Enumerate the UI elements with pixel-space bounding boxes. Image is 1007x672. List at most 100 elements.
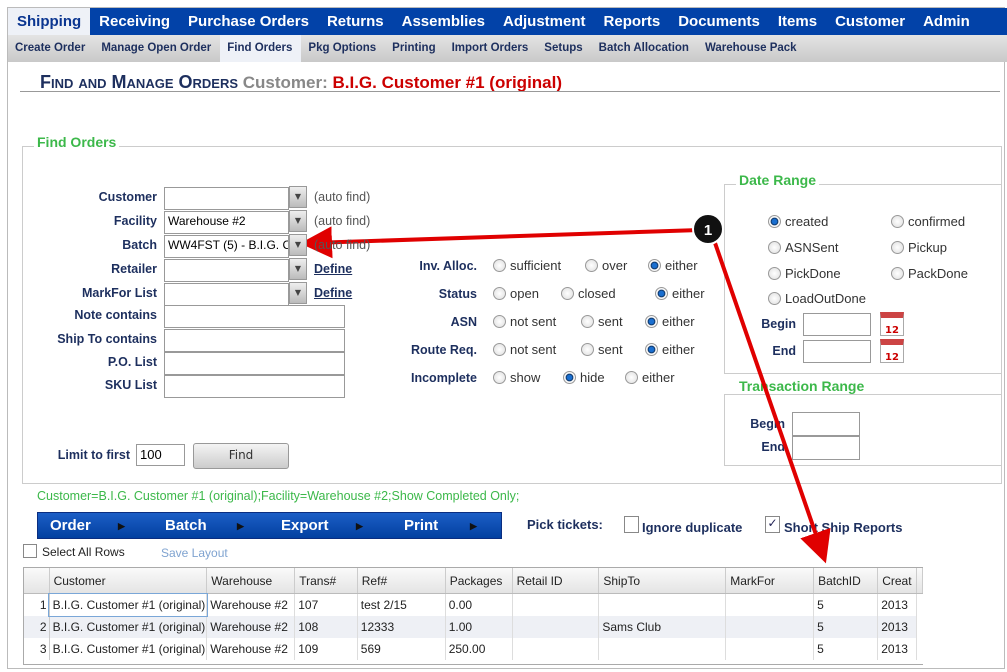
filter-radio-either[interactable]: either <box>655 286 705 301</box>
filter-radio-hide[interactable]: hide <box>563 370 605 385</box>
radio-icon[interactable] <box>563 371 576 384</box>
filter-label-incomplete: Incomplete <box>411 371 477 385</box>
sku-label: SKU List <box>104 378 157 392</box>
filter-radio-either[interactable]: either <box>625 370 675 385</box>
customer-auto-find: (auto find) <box>314 190 371 204</box>
customer-dropdown-chevron-icon[interactable]: ▼ <box>289 186 307 208</box>
filter-label-inv-alloc-: Inv. Alloc. <box>419 259 477 273</box>
filter-radio-sufficient[interactable]: sufficient <box>493 258 561 273</box>
filter-radio-either[interactable]: either <box>645 314 695 329</box>
radio-label: either <box>642 370 675 385</box>
retailer-combo[interactable] <box>164 259 289 282</box>
facility-dropdown-chevron-icon[interactable]: ▼ <box>289 210 307 232</box>
radio-label: Pickup <box>908 240 948 255</box>
note-input[interactable] <box>164 305 345 328</box>
customer-label: Customer <box>98 190 157 204</box>
markfor-combo[interactable] <box>164 283 289 306</box>
radio-icon[interactable] <box>768 241 781 254</box>
facility-combo[interactable]: Warehouse #2 <box>164 211 289 234</box>
shipto-label: Ship To contains <box>57 332 157 346</box>
filter-radio-open[interactable]: open <box>493 286 539 301</box>
sku-input[interactable] <box>164 375 345 398</box>
po-input[interactable] <box>164 352 345 375</box>
retailer-label: Retailer <box>111 262 157 276</box>
date-radio-asnsent[interactable]: ASNSent <box>768 240 838 255</box>
radio-icon[interactable] <box>648 259 661 272</box>
radio-icon[interactable] <box>561 287 574 300</box>
filter-radio-not-sent[interactable]: not sent <box>493 342 556 357</box>
retailer-dropdown-chevron-icon[interactable]: ▼ <box>289 258 307 280</box>
markfor-label: MarkFor List <box>81 286 157 300</box>
radio-label: sufficient <box>510 258 562 273</box>
filter-label-status: Status <box>438 287 477 301</box>
date-radio-created[interactable]: created <box>768 214 828 229</box>
radio-icon[interactable] <box>585 259 598 272</box>
radio-icon[interactable] <box>625 371 638 384</box>
retailer-define-link[interactable]: Define <box>314 262 352 276</box>
radio-icon[interactable] <box>891 215 904 228</box>
radio-icon[interactable] <box>768 292 781 305</box>
customer-combo[interactable]: B.I.G. Customer #1 (original) <box>164 187 289 210</box>
radio-icon[interactable] <box>645 343 658 356</box>
radio-icon[interactable] <box>655 287 668 300</box>
markfor-define-link[interactable]: Define <box>314 286 352 300</box>
radio-label: either <box>665 258 698 273</box>
radio-icon[interactable] <box>581 343 594 356</box>
filter-radio-not-sent[interactable]: not sent <box>493 314 556 329</box>
filter-radio-either[interactable]: either <box>648 258 698 273</box>
radio-icon[interactable] <box>493 287 506 300</box>
radio-icon[interactable] <box>768 215 781 228</box>
radio-label: confirmed <box>908 214 966 229</box>
radio-label: created <box>785 214 829 229</box>
radio-label: closed <box>578 286 616 301</box>
markfor-dropdown-chevron-icon[interactable]: ▼ <box>289 282 307 304</box>
callout-arrow-batchid <box>712 239 831 564</box>
radio-label: either <box>662 342 695 357</box>
date-radio-pickup[interactable]: Pickup <box>891 240 947 255</box>
filter-radio-sent[interactable]: sent <box>581 342 623 357</box>
radio-label: PickDone <box>785 266 841 281</box>
radio-label: hide <box>580 370 605 385</box>
filter-label-route-req-: Route Req. <box>411 343 477 357</box>
filter-radio-over[interactable]: over <box>585 258 627 273</box>
date-radio-packdone[interactable]: PackDone <box>891 266 968 281</box>
filter-radio-show[interactable]: show <box>493 370 540 385</box>
radio-label: sent <box>598 342 623 357</box>
facility-label: Facility <box>113 214 157 228</box>
callout-number: 1 <box>704 222 712 239</box>
po-label: P.O. List <box>107 355 157 369</box>
radio-icon[interactable] <box>645 315 658 328</box>
radio-icon[interactable] <box>493 343 506 356</box>
batch-label: Batch <box>122 238 157 252</box>
batch-combo[interactable]: WW4FST (5) - B.I.G. Customer <box>164 235 289 258</box>
date-radio-pickdone[interactable]: PickDone <box>768 266 841 281</box>
filter-label-asn: ASN <box>450 315 477 329</box>
batch-auto-find: (auto find) <box>314 238 371 252</box>
radio-label: LoadOutDone <box>785 291 866 306</box>
radio-label: over <box>602 258 628 273</box>
radio-icon[interactable] <box>581 315 594 328</box>
filter-radio-either[interactable]: either <box>645 342 695 357</box>
facility-auto-find: (auto find) <box>314 214 371 228</box>
shipto-input[interactable] <box>164 329 345 352</box>
radio-label: ASNSent <box>785 240 839 255</box>
radio-label: PackDone <box>908 266 968 281</box>
radio-label: sent <box>598 314 623 329</box>
filter-radio-sent[interactable]: sent <box>581 314 623 329</box>
radio-icon[interactable] <box>891 241 904 254</box>
radio-icon[interactable] <box>493 315 506 328</box>
radio-icon[interactable] <box>891 267 904 280</box>
radio-label: open <box>510 286 539 301</box>
filter-radio-closed[interactable]: closed <box>561 286 616 301</box>
radio-label: either <box>672 286 705 301</box>
date-radio-loadoutdone[interactable]: LoadOutDone <box>768 291 866 306</box>
note-label: Note contains <box>74 308 157 322</box>
radio-label: not sent <box>510 314 557 329</box>
radio-icon[interactable] <box>493 371 506 384</box>
radio-icon[interactable] <box>493 259 506 272</box>
radio-label: show <box>510 370 541 385</box>
batch-dropdown-chevron-icon[interactable]: ▼ <box>289 234 307 256</box>
date-radio-confirmed[interactable]: confirmed <box>891 214 965 229</box>
radio-icon[interactable] <box>768 267 781 280</box>
radio-label: either <box>662 314 695 329</box>
